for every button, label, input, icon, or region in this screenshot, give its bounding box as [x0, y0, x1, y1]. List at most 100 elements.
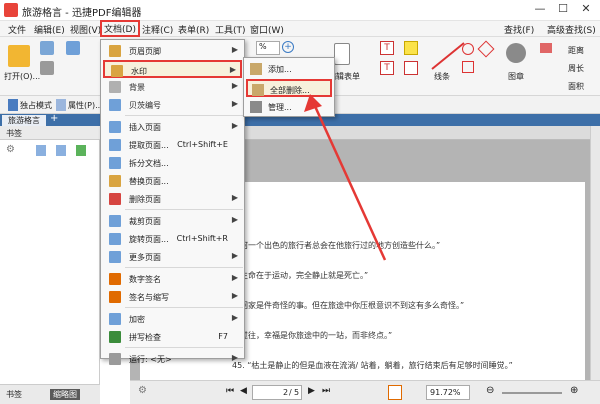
doc-menu-item-0[interactable]: 页眉页脚 ▶ [103, 42, 242, 60]
zoom-field[interactable]: % [256, 41, 280, 55]
submenu-arrow-icon: ▶ [231, 45, 238, 54]
zoom-slider[interactable] [502, 392, 562, 394]
doc-menu-item-7[interactable]: 替换页面... [103, 172, 242, 190]
doc-menu-icon [109, 81, 121, 93]
submenu-arrow-icon: ▶ [231, 353, 238, 362]
rectangle-tool-icon[interactable] [462, 61, 474, 73]
properties-icon[interactable] [56, 99, 66, 111]
edit-form-icon[interactable] [334, 43, 350, 65]
page-total: 5 [294, 388, 300, 397]
doc-menu-item-4[interactable]: 插入页面 ▶ [103, 118, 242, 136]
text-tool-icon[interactable]: T [380, 41, 394, 55]
doc-menu-label: 裁剪页面 [129, 217, 161, 226]
minimize-icon[interactable]: — [530, 2, 550, 18]
tab-document[interactable]: 旅游格言 [2, 115, 46, 126]
doc-menu-item-3[interactable]: 贝茨编号 ▶ [103, 96, 242, 114]
properties-label[interactable]: 属性(P)... [68, 100, 103, 111]
next-page-icon[interactable]: ▶ [308, 386, 315, 396]
doc-menu-item-16[interactable]: 运行: <无> ▶ [103, 350, 242, 368]
menu-bar: 文件 编辑(E) 视图(V) 文档(D) 注释(C) 表单(R) 工具(T) 窗… [0, 20, 600, 37]
doc-menu-label: 更多页面 [129, 253, 161, 262]
menu-comment[interactable]: 注释(C) [142, 23, 173, 36]
submenu-manage[interactable]: 管理... [246, 98, 332, 116]
menu-tools[interactable]: 工具(T) [215, 23, 246, 36]
last-page-icon[interactable]: ⏭ [322, 386, 330, 396]
doc-menu-item-9[interactable]: 裁剪页面 ▶ [103, 212, 242, 230]
doc-menu-item-15[interactable]: 拼写检查 F7 [103, 328, 242, 346]
doc-menu-label: 签名与缩写 [129, 293, 169, 302]
area-label[interactable]: 面积 [568, 81, 584, 92]
stamp-icon[interactable] [506, 43, 526, 63]
manage-watermark-icon [250, 101, 262, 113]
doc-menu-item-13[interactable]: 签名与缩写 ▶ [103, 288, 242, 306]
typewriter-icon[interactable]: T [380, 61, 394, 75]
prev-page-icon[interactable]: ◀ [240, 386, 247, 396]
submenu-add[interactable]: 添加... [246, 60, 332, 78]
gear-icon[interactable]: ⚙ [6, 144, 15, 155]
doc-menu-item-11[interactable]: 更多页面 ▶ [103, 248, 242, 266]
title-bar: 旅游格言 - 迅捷PDF编辑器 — ☐ ✕ [0, 0, 600, 21]
maximize-icon[interactable]: ☐ [553, 2, 573, 18]
add-watermark-icon [250, 63, 262, 75]
doc-menu-item-6[interactable]: 拆分文档... [103, 154, 242, 172]
exclusive-mode-icon[interactable] [8, 99, 18, 111]
doc-menu-item-5[interactable]: 提取页面... Ctrl+Shift+E [103, 136, 242, 154]
doc-menu-item-14[interactable]: 加密 ▶ [103, 310, 242, 328]
bookmark-new-icon[interactable] [76, 145, 86, 156]
bookmark-edit-icon[interactable] [56, 145, 66, 156]
eraser-icon[interactable] [540, 43, 552, 53]
exclusive-mode-label[interactable]: 独占模式 [20, 100, 52, 111]
save-icon[interactable] [40, 41, 54, 55]
tab-thumbnails[interactable]: 缩略图 [50, 389, 80, 400]
doc-menu-label: 背景 [129, 83, 145, 92]
menu-separator [125, 347, 243, 348]
app-logo-icon [4, 3, 18, 17]
menu-view[interactable]: 视图(V) [70, 23, 101, 36]
perimeter-label[interactable]: 周长 [568, 63, 584, 74]
left-bottom-tabs: 书签 缩略图 [0, 384, 100, 404]
distance-label[interactable]: 距离 [568, 45, 584, 56]
menu-form[interactable]: 表单(R) [178, 23, 209, 36]
status-gear-icon[interactable]: ⚙ [138, 385, 147, 396]
doc-menu-icon [109, 273, 121, 285]
polygon-tool-icon[interactable] [477, 40, 495, 58]
doc-menu-label: 拼写检查 [129, 333, 161, 342]
doc-menu-item-8[interactable]: 删除页面 ▶ [103, 190, 242, 208]
menu-find[interactable]: 查找(F) [504, 23, 534, 36]
delete-watermark-icon [252, 84, 264, 96]
doc-menu-item-1[interactable]: 水印 ▶ [103, 60, 242, 78]
callout-icon[interactable] [404, 61, 418, 75]
circle-tool-icon[interactable] [462, 43, 474, 55]
submenu-delete-all[interactable]: 全部删除... [246, 79, 332, 97]
new-tab-icon[interactable]: + [50, 113, 58, 124]
zoom-in-status-icon[interactable]: ⊕ [570, 385, 578, 396]
note-tool-icon[interactable] [404, 41, 418, 55]
bookmark-add-icon[interactable] [36, 145, 46, 156]
open-folder-icon[interactable] [8, 45, 30, 67]
menu-edit[interactable]: 编辑(E) [34, 23, 65, 36]
stamp-label[interactable]: 图章 [508, 71, 524, 82]
zoom-in-icon[interactable]: + [282, 41, 294, 53]
doc-menu-item-2[interactable]: 背景 ▶ [103, 78, 242, 96]
first-page-icon[interactable]: ⏮ [226, 386, 234, 396]
page-number-field[interactable]: 2 / 5 [252, 385, 302, 400]
doc-menu-icon [109, 139, 121, 151]
menu-file[interactable]: 文件 [8, 23, 26, 36]
zoom-out-icon[interactable]: ⊖ [486, 385, 494, 396]
menu-document[interactable]: 文档(D) [100, 20, 140, 37]
doc-menu-item-10[interactable]: 旋转页面... Ctrl+Shift+R [103, 230, 242, 248]
close-icon[interactable]: ✕ [576, 2, 596, 18]
print-icon[interactable] [40, 61, 54, 75]
email-icon[interactable] [66, 41, 80, 55]
open-button-label[interactable]: 打开(O)... [4, 71, 40, 82]
line-tool-icon[interactable] [430, 41, 466, 71]
doc-menu-item-12[interactable]: 数字签名 ▶ [103, 270, 242, 288]
menu-advanced-find[interactable]: 高级查找(S) [547, 23, 596, 36]
doc-menu-label: 删除页面 [129, 195, 161, 204]
lines-label[interactable]: 线条 [434, 71, 450, 82]
tab-bookmarks[interactable]: 书签 [6, 389, 22, 400]
menu-window[interactable]: 窗口(W) [250, 23, 284, 36]
single-page-icon[interactable] [388, 385, 402, 400]
zoom-status-field[interactable]: 91.72% [426, 385, 470, 400]
vertical-scrollbar[interactable] [590, 126, 600, 384]
